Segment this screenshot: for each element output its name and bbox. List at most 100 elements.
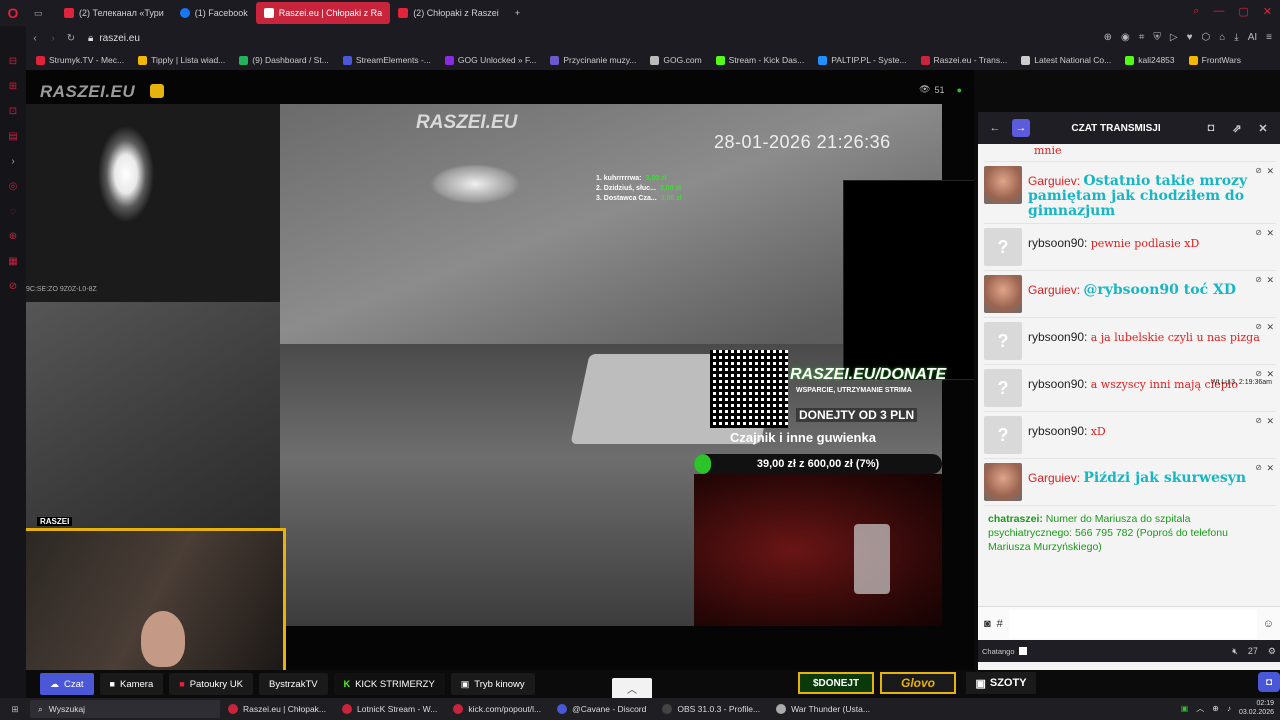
message-author[interactable]: rybsoon90: — [1028, 330, 1087, 344]
taskbar-item[interactable]: kick.com/popout/l... — [445, 699, 549, 719]
close-icon[interactable]: ✕ — [1263, 5, 1272, 18]
taskbar-item[interactable]: LotnicK Stream - W... — [334, 699, 445, 719]
close-icon[interactable]: ✕ — [1266, 228, 1274, 239]
nav-kamera[interactable]: ■ Kamera — [99, 673, 164, 695]
hide-icon[interactable]: ⊘ — [1255, 166, 1262, 175]
hide-icon[interactable]: ⊘ — [1255, 463, 1262, 472]
new-tab-button[interactable]: + — [507, 2, 528, 24]
close-chat-icon[interactable]: ✕ — [1254, 119, 1272, 137]
network-icon[interactable]: ⊕ — [1212, 704, 1219, 713]
bookmark-11[interactable]: kali24853 — [1125, 55, 1175, 65]
popout-icon[interactable]: ⇗ — [1228, 119, 1246, 137]
hide-icon[interactable]: ⊘ — [1255, 228, 1262, 237]
taskbar-item[interactable]: Raszei.eu | Chłopak... — [220, 699, 334, 719]
stream-player[interactable]: RASZEI.EU 👁︎ 51 ● 9C:SE:ZO 9Z0Z-L0-8Z RA… — [26, 70, 974, 670]
crop-icon[interactable]: ⌗ — [1139, 32, 1145, 43]
emoji-icon[interactable]: ☺ — [1263, 618, 1274, 630]
bookmark-9[interactable]: Raszei.eu - Trans... — [920, 55, 1007, 65]
chat-input[interactable] — [1008, 609, 1257, 638]
bookmark-10[interactable]: Latest National Co... — [1021, 55, 1111, 65]
sidebar-icon-8[interactable]: ▦ — [8, 256, 17, 267]
arrow-right-icon[interactable]: → — [1012, 119, 1030, 137]
site-logo[interactable]: RASZEI.EU — [40, 82, 135, 102]
discord-button-icon[interactable]: ◘ — [1258, 672, 1280, 692]
message-author[interactable]: rybsoon90: — [1028, 236, 1087, 250]
taskbar-item[interactable]: War Thunder (Ustа... — [768, 699, 878, 719]
maximize-icon[interactable]: ▢ — [1238, 5, 1248, 18]
opera-icon[interactable]: O — [0, 0, 26, 26]
bookmark-2[interactable]: (9) Dashboard / St... — [239, 55, 329, 65]
chat-messages[interactable]: mnie Garguiev: Ostatnio takie mrozy pami… — [978, 144, 1280, 592]
bookmark-8[interactable]: PALTIP.PL - Syste... — [818, 55, 907, 65]
message-author[interactable]: rybsoon90: — [1028, 377, 1087, 391]
close-icon[interactable]: ✕ — [1266, 322, 1274, 333]
url-field[interactable]: 🔒︎ raszei.eu — [88, 33, 140, 44]
download-icon[interactable]: ⤓ — [1234, 32, 1238, 43]
chevron-right-icon[interactable]: › — [11, 156, 14, 167]
nav-tryb-kinowy[interactable]: ▣ Tryb kinowy — [450, 673, 535, 695]
camera-icon[interactable]: ◙ — [984, 618, 991, 630]
settings-icon[interactable]: ⚙ — [1268, 646, 1276, 657]
heart-icon[interactable]: ♥ — [1187, 32, 1193, 43]
hide-icon[interactable]: ⊘ — [1255, 275, 1262, 284]
hide-icon[interactable]: ⊘ — [1255, 322, 1262, 331]
sidebar-icon-2[interactable]: ⊞ — [9, 81, 17, 92]
sidebar-icon-9[interactable]: ⊘ — [9, 281, 17, 292]
sidebar-icon-6[interactable]: ◌ — [10, 206, 16, 217]
back-icon[interactable]: ‹ — [26, 33, 44, 44]
close-icon[interactable]: ✕ — [1266, 166, 1274, 177]
tray-chevron-icon[interactable]: ︿ — [1196, 703, 1204, 714]
tab-1[interactable]: (1) Facebook — [172, 2, 256, 24]
message-author[interactable]: Garguiev: — [1028, 283, 1080, 297]
bookmark-1[interactable]: Tipply | Lista wiad... — [138, 55, 225, 65]
ai-button[interactable]: AI — [1248, 32, 1257, 43]
search-icon[interactable]: ⌕ — [1193, 5, 1199, 18]
arrow-left-icon[interactable]: ← — [986, 119, 1004, 137]
message-author[interactable]: Garguiev: — [1028, 471, 1080, 485]
discord-icon[interactable]: ◘ — [1202, 119, 1220, 137]
camera-icon[interactable]: ◉ — [1121, 32, 1130, 43]
sidebar-icon-4[interactable]: ▤ — [8, 131, 17, 142]
chevron-up-icon[interactable]: ︿ — [612, 678, 652, 698]
tab-menu[interactable]: ▭ — [26, 2, 56, 24]
taskbar-item[interactable]: @Cavane - Discord — [549, 699, 654, 719]
bag-icon[interactable]: ⌂ — [1219, 32, 1225, 43]
close-icon[interactable]: ✕ — [1266, 416, 1274, 427]
tab-2[interactable]: Raszei.eu | Chłopaki z Ra — [255, 2, 391, 24]
donejt-button[interactable]: $DONEJT — [798, 672, 874, 694]
tray-app-icon[interactable]: ▣ — [1181, 704, 1189, 713]
bookmark-7[interactable]: Stream - Kick Das... — [715, 55, 804, 65]
start-icon[interactable]: ⊞ — [0, 704, 30, 715]
reload-icon[interactable]: ↻ — [62, 33, 80, 44]
mute-icon[interactable]: 🔇︎ — [1232, 646, 1238, 657]
extensions-icon[interactable]: ⬡ — [1202, 32, 1211, 43]
nav-czat[interactable]: ☁ Czat — [40, 673, 94, 695]
sidebar-icon-7[interactable]: ⊕ — [9, 231, 17, 242]
nav-kick-strimerzy[interactable]: K KICK STRIMERZY — [333, 673, 445, 695]
volume-icon[interactable]: ♪ — [1227, 704, 1231, 713]
hide-icon[interactable]: ⊘ — [1255, 369, 1262, 378]
close-icon[interactable]: ✕ — [1266, 275, 1274, 286]
bookmark-6[interactable]: GOG.com — [650, 55, 702, 65]
bookmark-4[interactable]: GOG Unlocked » F... — [444, 55, 536, 65]
close-icon[interactable]: ✕ — [1266, 463, 1274, 474]
nav-bystrzak[interactable]: BystrzakTV — [259, 673, 328, 695]
glovo-button[interactable]: Glovo — [880, 672, 956, 694]
zoom-icon[interactable]: ⊕ — [1104, 32, 1112, 43]
hide-icon[interactable]: ⊘ — [1255, 416, 1262, 425]
clock[interactable]: 02:19 03.02.2026 — [1239, 699, 1274, 717]
message-author[interactable]: Garguiev: — [1028, 174, 1080, 188]
shield-icon[interactable]: ⛨ — [1153, 32, 1161, 43]
tab-3[interactable]: (2) Chłopaki z Raszei — [390, 2, 507, 24]
menu-icon[interactable]: ≡ — [1266, 32, 1272, 43]
sidebar-icon-3[interactable]: ⊡ — [9, 106, 17, 117]
forward-icon[interactable]: › — [44, 33, 62, 44]
play-icon[interactable]: ▷ — [1170, 32, 1178, 43]
taskbar-item[interactable]: OBS 31.0.3 - Profile... — [654, 699, 768, 719]
bookmark-12[interactable]: FrontWars — [1188, 55, 1241, 65]
nav-patoukry[interactable]: ■ Patoukry UK — [169, 673, 254, 695]
minimize-icon[interactable]: — — [1213, 5, 1224, 18]
message-author[interactable]: rybsoon90: — [1028, 424, 1087, 438]
sidebar-icon-5[interactable]: ◎ — [9, 181, 18, 192]
tab-0[interactable]: (2) Телеканал «Тури — [56, 2, 172, 24]
